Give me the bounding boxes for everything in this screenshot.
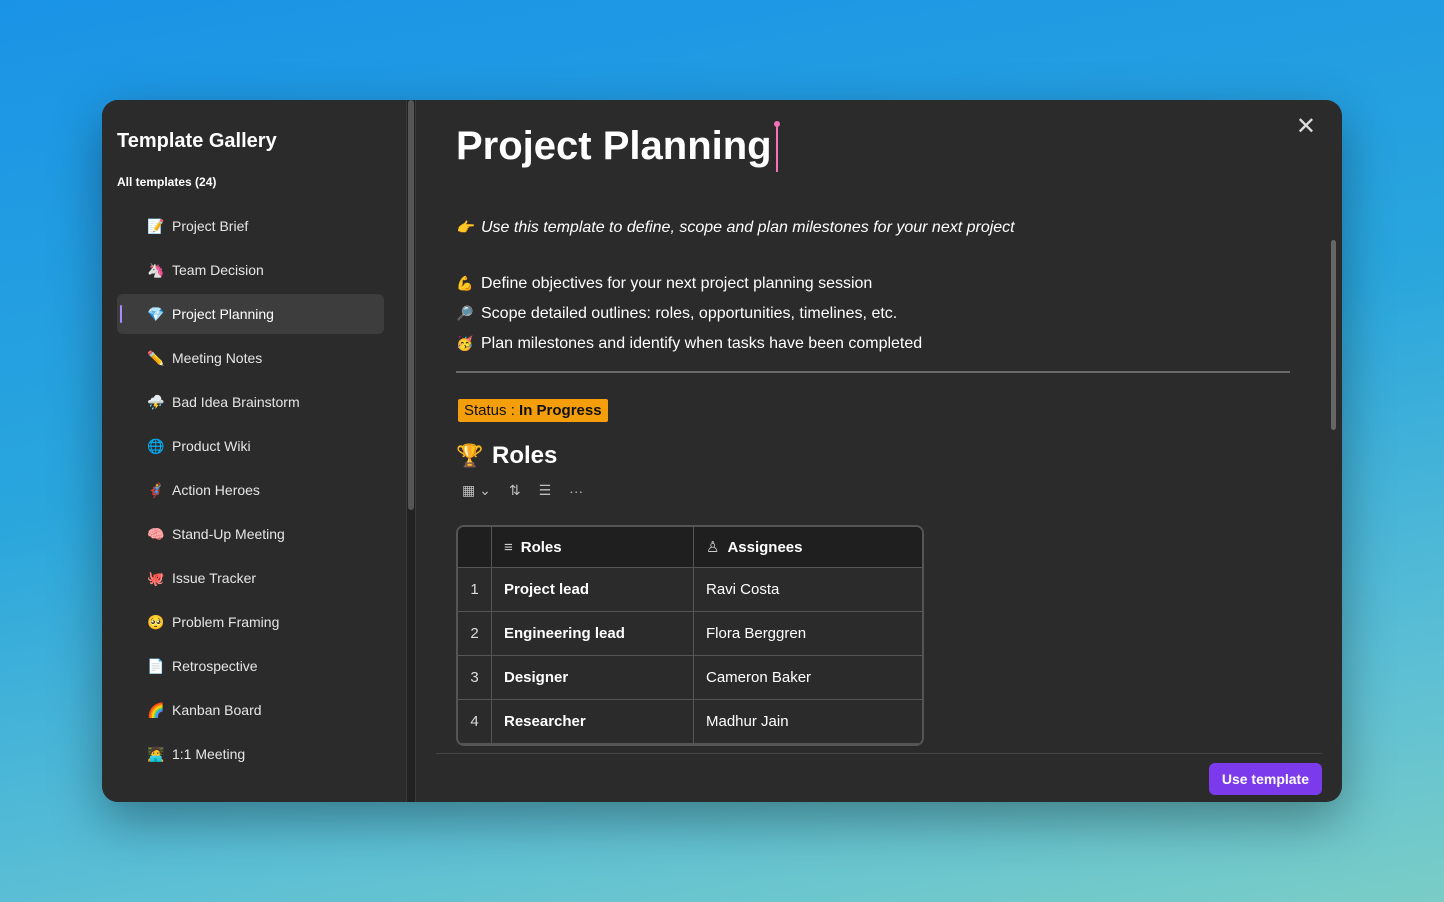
gem-icon: 💎 bbox=[147, 306, 165, 322]
table-row: 2 Engineering lead Flora Berggren bbox=[458, 612, 922, 656]
text-cursor bbox=[773, 121, 780, 172]
sidebar-item-label: Meeting Notes bbox=[172, 350, 263, 366]
unicorn-icon: 🦄 bbox=[147, 262, 165, 278]
sidebar-item-problem-framing[interactable]: 🥺 Problem Framing bbox=[117, 602, 384, 642]
objectives-list: 💪 Define objectives for your next project… bbox=[456, 275, 1342, 353]
sidebar-item-label: Problem Framing bbox=[172, 614, 280, 630]
assignee-cell[interactable]: Flora Berggren bbox=[694, 612, 922, 656]
technologist-icon: 🧑‍💻 bbox=[147, 746, 165, 762]
list-item: 🥳 Plan milestones and identify when tasks… bbox=[456, 335, 923, 352]
person-icon: ♙ bbox=[706, 539, 720, 556]
sidebar-scrollbar[interactable] bbox=[408, 100, 414, 510]
dialog-footer: Use template bbox=[436, 753, 1322, 802]
table-toolbar: ▦ ⌄ ⇅ ☰ ··· bbox=[456, 482, 1342, 499]
hero-icon: 🦸 bbox=[147, 482, 165, 498]
sidebar-item-label: Retrospective bbox=[172, 658, 258, 674]
list-item: 🔎 Scope detailed outlines: roles, opportu… bbox=[456, 305, 898, 322]
role-cell[interactable]: Engineering lead bbox=[492, 612, 694, 656]
pleading-face-icon: 🥺 bbox=[147, 614, 165, 630]
row-number: 3 bbox=[458, 656, 492, 700]
role-cell[interactable]: Researcher bbox=[492, 700, 694, 744]
sidebar-item-label: Kanban Board bbox=[172, 702, 262, 718]
table-row: 1 Project lead Ravi Costa bbox=[458, 568, 922, 612]
text-lines-icon: ≡ bbox=[504, 538, 513, 556]
storm-icon: ⛈️ bbox=[147, 394, 165, 410]
sidebar-item-meeting-notes[interactable]: ✏️ Meeting Notes bbox=[117, 338, 384, 378]
sidebar-item-1-1-meeting[interactable]: 🧑‍💻 1:1 Meeting bbox=[117, 734, 384, 774]
assignee-cell[interactable]: Cameron Baker bbox=[694, 656, 922, 700]
filter-icon[interactable]: ☰ bbox=[539, 482, 552, 499]
sidebar-item-issue-tracker[interactable]: 🐙 Issue Tracker bbox=[117, 558, 384, 598]
sidebar-title: Template Gallery bbox=[117, 130, 277, 152]
sidebar-item-team-decision[interactable]: 🦄 Team Decision bbox=[117, 250, 384, 290]
sidebar-item-label: Product Wiki bbox=[172, 438, 251, 454]
octopus-icon: 🐙 bbox=[147, 570, 165, 586]
status-badge: Status : In Progress bbox=[458, 399, 608, 422]
sidebar-item-project-planning[interactable]: 💎 Project Planning bbox=[117, 294, 384, 334]
sort-icon[interactable]: ⇅ bbox=[509, 482, 521, 499]
sidebar-item-retrospective[interactable]: 📄 Retrospective bbox=[117, 646, 384, 686]
horizontal-rule bbox=[456, 371, 1290, 373]
globe-icon: 🌐 bbox=[147, 438, 165, 454]
rainbow-icon: 🌈 bbox=[147, 702, 165, 718]
party-face-icon: 🥳 bbox=[456, 335, 474, 351]
table-row: 4 Researcher Madhur Jain bbox=[458, 700, 922, 744]
list-item: 💪 Define objectives for your next project… bbox=[456, 275, 873, 292]
memo-icon: 📝 bbox=[147, 218, 165, 234]
template-list: 📝 Project Brief 🦄 Team Decision 💎 Project Pla… bbox=[117, 206, 406, 774]
sidebar-item-label: Project Planning bbox=[172, 306, 274, 322]
sidebar-item-label: 1:1 Meeting bbox=[172, 746, 246, 762]
sidebar-item-label: Issue Tracker bbox=[172, 570, 257, 586]
roles-heading: 🏆 Roles bbox=[456, 442, 558, 469]
sidebar-item-stand-up-meeting[interactable]: 🧠 Stand-Up Meeting bbox=[117, 514, 384, 554]
more-options-icon[interactable]: ··· bbox=[569, 483, 583, 499]
sidebar-item-action-heroes[interactable]: 🦸 Action Heroes bbox=[117, 470, 384, 510]
page-icon: 📄 bbox=[147, 658, 165, 674]
assignees-column-header[interactable]: ♙ Assignees bbox=[694, 527, 922, 568]
flexed-biceps-icon: 💪 bbox=[456, 275, 474, 291]
row-number-header bbox=[458, 527, 492, 568]
sidebar-item-bad-idea-brainstorm[interactable]: ⛈️ Bad Idea Brainstorm bbox=[117, 382, 384, 422]
magnifier-icon: 🔎 bbox=[456, 305, 474, 321]
row-number: 4 bbox=[458, 700, 492, 744]
sidebar-item-label: Stand-Up Meeting bbox=[172, 526, 285, 542]
table-header-row: ≡ Roles ♙ Assignees bbox=[458, 527, 922, 568]
table-row: 3 Designer Cameron Baker bbox=[458, 656, 922, 700]
content-scrollbar[interactable] bbox=[1331, 240, 1336, 430]
sidebar-item-kanban-board[interactable]: 🌈 Kanban Board bbox=[117, 690, 384, 730]
role-cell[interactable]: Designer bbox=[492, 656, 694, 700]
brain-icon: 🧠 bbox=[147, 526, 165, 542]
trophy-icon: 🏆 bbox=[456, 443, 484, 468]
preview-content: Project Planning 👉 Use this template to d… bbox=[456, 100, 1342, 752]
pencil-icon: ✏️ bbox=[147, 350, 165, 366]
sidebar-item-label: Team Decision bbox=[172, 262, 264, 278]
assignee-cell[interactable]: Madhur Jain bbox=[694, 700, 922, 744]
sidebar-item-product-wiki[interactable]: 🌐 Product Wiki bbox=[117, 426, 384, 466]
sidebar-item-label: Project Brief bbox=[172, 218, 249, 234]
sidebar-item-label: Bad Idea Brainstorm bbox=[172, 394, 300, 410]
sidebar: Template Gallery All templates (24) 📝 Pro… bbox=[102, 100, 414, 802]
assignee-cell[interactable]: Ravi Costa bbox=[694, 568, 922, 612]
table-view-icon[interactable]: ▦ ⌄ bbox=[462, 482, 491, 499]
sidebar-item-label: Action Heroes bbox=[172, 482, 260, 498]
row-number: 1 bbox=[458, 568, 492, 612]
roles-column-header[interactable]: ≡ Roles bbox=[492, 527, 694, 568]
pointing-hand-icon: 👉 bbox=[456, 219, 474, 235]
template-count: All templates (24) bbox=[117, 175, 217, 189]
role-cell[interactable]: Project lead bbox=[492, 568, 694, 612]
template-gallery-dialog: Template Gallery All templates (24) 📝 Pro… bbox=[102, 100, 1342, 802]
page-title[interactable]: Project Planning bbox=[456, 121, 780, 172]
roles-table: ≡ Roles ♙ Assignees 1 Project lead Ravi Co… bbox=[456, 525, 924, 746]
row-number: 2 bbox=[458, 612, 492, 656]
intro-text: 👉 Use this template to define, scope and … bbox=[456, 219, 1015, 236]
sidebar-item-project-brief[interactable]: 📝 Project Brief bbox=[117, 206, 384, 246]
use-template-button[interactable]: Use template bbox=[1208, 763, 1322, 795]
template-preview: ✕ Project Planning 👉 Use this template to… bbox=[416, 100, 1342, 802]
